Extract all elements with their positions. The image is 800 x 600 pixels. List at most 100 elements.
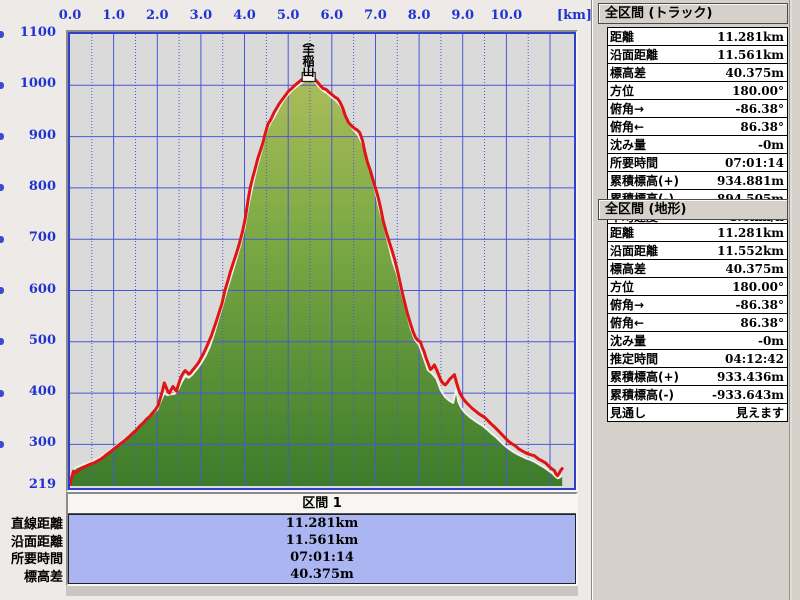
stat-label: 沈み量 [607,331,696,350]
section-value: 07:01:14 [290,550,354,565]
x-tick-label: 4.0 [233,8,256,23]
stat-row: 累積標高(+) 934.881m [607,171,788,190]
y-tick-label: 1000 [19,76,56,91]
section-row-label: 所要時間 [10,552,63,567]
panel-track-title: 全区間 (トラック) [605,6,713,21]
panel-terrain-table: 距離 11.281km 沿面距離 11.552km 標高差 40.375m 方位 180.00… [607,223,788,422]
stat-row: 累積標高(-) -933.643m [607,385,788,404]
stat-value: 07:01:14 [695,153,788,172]
stat-value: 86.38° [695,117,788,136]
stat-label: 俯角→ [607,99,696,118]
x-tick-label: 9.0 [451,8,475,23]
section-values: 11.281km 11.561km 07:01:14 40.375m [68,514,576,584]
panel-terrain-header: 全区間 (地形) [598,199,788,220]
x-axis-unit-label: [km] [556,8,592,23]
section-header: 区間 1 [68,494,576,514]
elevation-graph-window: 0.0 1.0 2.0 3.0 4.0 5.0 6.0 7.0 8.0 9.0 10.0 [km] … [0,0,800,600]
y-tick-label: 800 [28,179,56,194]
stat-row: 所要時間 07:01:14 [607,153,788,172]
y-tick-label: 300 [28,435,56,450]
panel-track-table: 距離 11.281km 沿面距離 11.561km 標高差 40.375m 方位 180.00… [607,27,788,226]
stat-label: 距離 [610,226,635,240]
stat-value: 40.375m [695,259,788,278]
x-tick-label: 3.0 [189,8,213,23]
plot-area: （手稲山 [68,32,576,490]
stat-label: 俯角→ [607,295,696,314]
stat-value: 11.281km [717,225,784,240]
stat-label: 俯角← [607,313,696,332]
x-tick-label: 10.0 [490,8,523,23]
stat-label: 俯角← [607,117,696,136]
stat-label: 沿面距離 [607,45,696,64]
section-value: 11.561km [285,533,359,548]
stat-label: 沿面距離 [607,241,696,260]
stat-row: 方位 180.00° [607,277,788,296]
window-right-edge [789,0,792,600]
y-tick-label: 500 [28,333,56,348]
stat-value: 04:12:42 [695,349,788,368]
stat-row: 方位 180.00° [607,81,788,100]
chart-frame: （手稲山 [66,30,578,492]
x-tick-label: 2.0 [145,8,169,23]
x-tick-label: 5.0 [276,8,300,23]
section-summary-table: 区間 1 11.281km 11.561km 07:01:14 40.375m [66,492,578,586]
stat-row: 沿面距離 11.561km [607,45,788,64]
y-tick-label: 600 [28,282,56,297]
summit-annotation-label: （手稲山 [301,35,315,75]
stat-value: 180.00° [695,81,788,100]
stat-row: 標高差 40.375m [607,63,788,82]
stat-value: 見えます [695,403,788,422]
stat-row: 俯角→ -86.38° [607,99,788,118]
stat-label: 標高差 [607,63,696,82]
y-tick-label: 700 [28,230,56,245]
stat-row: 推定時間 04:12:42 [607,349,788,368]
stat-label: 距離 [610,30,635,44]
stat-label: 累積標高(+) [607,171,696,190]
stat-row: 距離 11.281km [608,224,788,242]
y-tick-label: 1100 [19,25,56,40]
stat-value: 11.552km [695,241,788,260]
stat-label: 方位 [607,81,696,100]
stat-value: 86.38° [695,313,788,332]
stat-row: 累積標高(+) 933.436m [607,367,788,386]
stat-value: 933.436m [695,367,788,386]
stat-label: 沈み量 [607,135,696,154]
stat-label: 推定時間 [607,349,696,368]
stats-sidebar: 全区間 (トラック) 距離 11.281km 沿面距離 11.561km 標高差 40.3… [593,0,800,600]
stat-value: -86.38° [695,99,788,118]
x-tick-label: 6.0 [320,8,344,23]
elevation-profile-chart [70,34,574,486]
stat-value: 11.281km [717,29,784,44]
stat-row: 俯角← 86.38° [607,313,788,332]
x-tick-label: 0.0 [58,8,82,23]
section-row-label: 標高差 [23,569,63,585]
stat-value: 180.00° [695,277,788,296]
section-value: 11.281km [285,516,359,531]
stat-row: 標高差 40.375m [607,259,788,278]
stat-row: 沈み量 -0m [607,331,788,350]
stat-value: 11.561km [695,45,788,64]
y-tick-label: 900 [28,128,56,143]
stat-label: 見通し [607,403,696,422]
stat-label: 所要時間 [607,153,696,172]
stat-value: -933.643m [695,385,788,404]
x-tick-label: 1.0 [102,8,125,23]
stat-row: 距離 11.281km [608,28,788,46]
below-table-strip [66,586,578,596]
stat-label: 累積標高(+) [607,367,696,386]
stat-row: 沈み量 -0m [607,135,788,154]
stat-value: -0m [695,331,788,350]
y-tick-label: 400 [28,384,56,399]
stat-value: -86.38° [695,295,788,314]
stat-label: 標高差 [607,259,696,278]
x-tick-label: 7.0 [364,8,387,23]
y-tick-label: 219 [28,477,56,492]
stat-value: 40.375m [695,63,788,82]
panel-terrain-title: 全区間 (地形) [605,202,687,217]
panel-track-header: 全区間 (トラック) [598,3,788,24]
stat-label: 累積標高(-) [607,385,696,404]
stat-row: 俯角→ -86.38° [607,295,788,314]
stat-row: 見通し 見えます [607,403,788,422]
x-tick-label: 8.0 [407,8,431,23]
section-value: 40.375m [290,567,354,582]
